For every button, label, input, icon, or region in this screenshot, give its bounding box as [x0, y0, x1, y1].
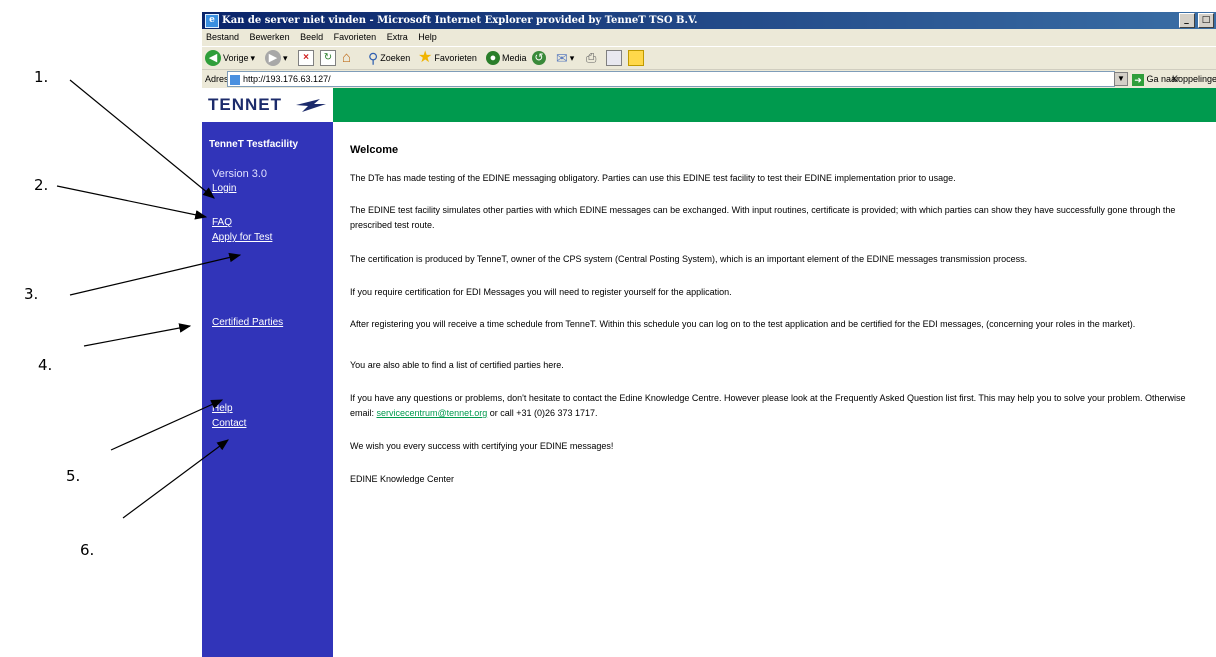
go-arrow-icon: ➜ [1132, 73, 1144, 86]
title-bar: e Kan de server niet vinden - Microsoft I… [202, 12, 1216, 29]
main-content: Welcome The DTe has made testing of the … [333, 122, 1216, 657]
history-button[interactable]: ↺ [532, 49, 546, 67]
print-button[interactable]: ⎙ [586, 49, 596, 67]
menu-bestand[interactable]: Bestand [202, 32, 243, 42]
annotation-5: 5. [66, 467, 81, 485]
menu-favorieten[interactable]: Favorieten [330, 32, 381, 42]
edit-button[interactable] [606, 49, 622, 67]
annotation-1: 1. [34, 68, 49, 86]
chevron-down-icon: ▾ [283, 53, 288, 63]
mail-button[interactable]: ✉ ▾ [556, 49, 574, 67]
maximize-button[interactable]: □ [1198, 13, 1214, 28]
logo-text: TenneT [208, 95, 282, 114]
print-icon: ⎙ [586, 50, 597, 65]
arrow-2 [56, 185, 208, 220]
media-label: Media [502, 53, 527, 63]
paragraph-7: If you have any questions or problems, d… [350, 391, 1210, 421]
sidebar-link-certified[interactable]: Certified Parties [212, 317, 283, 328]
menu-help[interactable]: Help [414, 32, 441, 42]
media-icon: ● [486, 51, 500, 65]
home-button[interactable]: ⌂ [342, 49, 351, 67]
minimize-button[interactable]: _ [1178, 13, 1195, 28]
window-title: Kan de server niet vinden - Microsoft In… [222, 15, 698, 26]
paragraph-6: You are also able to find a list of cert… [350, 360, 564, 370]
mail-icon: ✉ [556, 50, 568, 66]
star-icon: ★ [418, 49, 433, 66]
paragraph-4: If you require certification for EDI Mes… [350, 287, 732, 297]
menu-bar: Bestand Bewerken Beeld Favorieten Extra … [202, 29, 1216, 46]
annotation-6: 6. [80, 541, 95, 559]
menu-bewerken[interactable]: Bewerken [246, 32, 294, 42]
tennet-logo[interactable]: TenneT [202, 88, 333, 122]
search-button[interactable]: ⚲ Zoeken [368, 49, 410, 67]
sidebar-title: TenneT Testfacility [209, 139, 299, 150]
links-label[interactable]: Koppelinge [1172, 70, 1216, 88]
search-label: Zoeken [380, 53, 411, 63]
phone-text: or call +31 (0)26 373 1717. [487, 408, 598, 418]
favorites-label: Favorieten [434, 53, 477, 63]
toolbar: ◀ Vorige ▾ ▶ ▾ × ↻ ⌂ ⚲ Zoeken ★ Favoriet… [202, 46, 1216, 69]
menu-extra[interactable]: Extra [383, 32, 412, 42]
site-header: TenneT [202, 88, 1216, 122]
page-title: Welcome [350, 144, 399, 156]
back-button[interactable]: ◀ Vorige ▾ [205, 49, 255, 67]
stop-icon: × [298, 50, 314, 66]
sidebar-link-login[interactable]: Login [212, 183, 236, 194]
paragraph-2: The EDINE test facility simulates other … [350, 205, 1176, 230]
sidebar-link-faq[interactable]: FAQ [212, 217, 232, 228]
address-input[interactable]: http://193.176.63.127/ [227, 71, 1115, 87]
page-icon [230, 74, 240, 85]
paragraph-9: EDINE Knowledge Center [350, 474, 455, 484]
lightning-icon [296, 99, 326, 112]
note-icon [628, 50, 644, 66]
forward-button[interactable]: ▶ ▾ [265, 49, 288, 67]
stop-button[interactable]: × [298, 49, 314, 67]
forward-arrow-icon: ▶ [265, 50, 281, 66]
web-page: TenneT TenneT Testfacility Version 3.0 L… [202, 88, 1216, 657]
chevron-down-icon: ▾ [569, 53, 575, 63]
refresh-icon: ↻ [320, 50, 336, 66]
menu-beeld[interactable]: Beeld [296, 32, 327, 42]
sidebar-link-help[interactable]: Help [212, 403, 233, 414]
email-link[interactable]: servicecentrum@tennet.org [377, 408, 488, 418]
arrow-1 [69, 79, 215, 199]
back-arrow-icon: ◀ [205, 50, 221, 66]
annotation-4: 4. [38, 356, 53, 374]
paragraph-3: The certification is produced by TenneT,… [350, 254, 1028, 264]
edit-icon [606, 50, 622, 66]
address-label: Adres [205, 74, 229, 84]
paragraph-5: After registering you will receive a tim… [350, 319, 1136, 329]
sidebar: TenneT Testfacility Version 3.0 Login FA… [202, 122, 333, 657]
home-icon: ⌂ [342, 49, 352, 66]
browser-window: e Kan de server niet vinden - Microsoft I… [202, 12, 1216, 657]
header-green-bar [333, 88, 1216, 122]
chevron-down-icon: ▾ [250, 53, 256, 63]
media-button[interactable]: ● Media [486, 49, 527, 67]
window-controls: _ □ [1178, 13, 1214, 30]
sidebar-link-apply[interactable]: Apply for Test [212, 232, 272, 243]
annotation-2: 2. [34, 176, 49, 194]
address-bar: Adres http://193.176.63.127/ ▼ ➜ Ga naar… [202, 69, 1216, 88]
back-label: Vorige [223, 53, 249, 63]
messenger-button[interactable] [628, 49, 644, 67]
paragraph-8: We wish you every success with certifyin… [350, 441, 614, 451]
version-label: Version 3.0 [212, 168, 268, 180]
arrow-4 [83, 323, 192, 347]
address-dropdown-icon[interactable]: ▼ [1114, 72, 1128, 86]
paragraph-1: The DTe has made testing of the EDINE me… [350, 173, 956, 183]
ie-icon: e [205, 14, 219, 28]
favorites-button[interactable]: ★ Favorieten [418, 49, 477, 67]
sidebar-link-contact[interactable]: Contact [212, 418, 246, 429]
history-icon: ↺ [532, 51, 546, 65]
address-url: http://193.176.63.127/ [243, 74, 331, 84]
refresh-button[interactable]: ↻ [320, 49, 336, 67]
annotation-3: 3. [24, 285, 39, 303]
search-icon: ⚲ [368, 50, 379, 66]
